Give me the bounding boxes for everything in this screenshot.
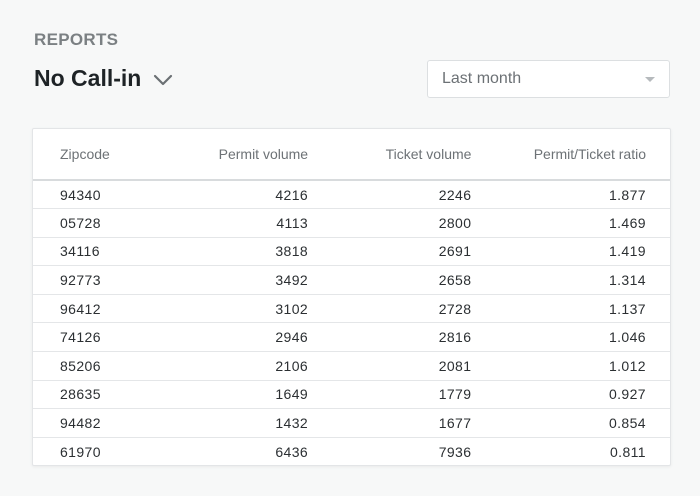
table-row: 94482 1432 1677 0.854	[33, 408, 670, 438]
cell-permit-volume: 1649	[172, 380, 333, 410]
cell-zipcode: 94340	[33, 180, 173, 210]
cell-zipcode: 61970	[60, 443, 101, 460]
cell-permit-volume: 6436	[275, 443, 309, 460]
cell-ratio: 1.419	[495, 237, 670, 267]
cell-ratio: 1.469	[495, 208, 670, 238]
cell-permit-volume: 3492	[172, 265, 333, 295]
table-header-row: Zipcode Permit volume Ticket volume Perm…	[33, 129, 670, 181]
period-value: Last month	[442, 70, 522, 87]
cell-permit-volume: 1432	[172, 408, 333, 438]
report-table-card: Zipcode Permit volume Ticket volume Perm…	[32, 128, 671, 466]
report-selector[interactable]: No Call-in	[34, 65, 173, 92]
table-row: 94340 4216 2246 1.877	[33, 180, 670, 210]
table-row: 85206 2106 2081 1.012	[33, 351, 670, 381]
cell-ticket-volume: 2658	[332, 265, 496, 295]
column-header-zipcode[interactable]: Zipcode	[33, 129, 173, 181]
cell-ticket-volume: 2728	[332, 294, 496, 324]
table-body: 94340 4216 2246 1.877 05728 4113 2800 1.469 3411…	[33, 180, 670, 466]
cell-ticket-volume: 2816	[332, 322, 496, 353]
cell-ticket-volume: 7936	[438, 443, 472, 460]
cell-ratio: 1.137	[495, 294, 670, 324]
reports-page: REPORTS No Call-in Last month Zipcode Pe…	[0, 0, 700, 496]
chevron-down-icon	[153, 73, 173, 87]
caret-down-icon	[645, 77, 655, 82]
cell-ratio: 1.012	[495, 351, 670, 381]
table-row: 34116 3818 2691 1.419	[33, 237, 670, 267]
cell-ratio: 1.877	[495, 180, 670, 210]
cell-zipcode: 85206	[33, 351, 173, 381]
column-header-ratio[interactable]: Permit/Ticket ratio	[495, 129, 670, 181]
table-row: 96412 3102 2728 1.137	[33, 294, 670, 324]
report-table: Zipcode Permit volume Ticket volume Perm…	[33, 129, 670, 466]
cell-zipcode: 05728	[33, 208, 173, 238]
cell-permit-volume: 3102	[172, 294, 333, 324]
cell-ratio: 0.854	[495, 408, 670, 438]
section-label: REPORTS	[34, 30, 119, 49]
table-row: 92773 3492 2658 1.314	[33, 265, 670, 295]
cell-zipcode: 92773	[33, 265, 173, 295]
cell-zipcode: 34116	[33, 237, 173, 267]
cell-ticket-volume: 2246	[332, 180, 496, 210]
cell-ticket-volume: 2691	[332, 237, 496, 267]
table-row: 74126 2946 2816 1.046	[33, 322, 670, 353]
period-dropdown[interactable]: Last month	[427, 60, 670, 98]
cell-permit-volume: 4216	[172, 180, 333, 210]
cell-ticket-volume: 2800	[332, 208, 496, 238]
cell-ticket-volume: 2081	[332, 351, 496, 381]
table-row: 61970 6436 7936 0.811	[33, 437, 670, 466]
cell-zipcode: 28635	[33, 380, 173, 410]
cell-zipcode: 94482	[33, 408, 173, 438]
column-header-permit-volume[interactable]: Permit volume	[172, 129, 333, 181]
table-row: 28635 1649 1779 0.927	[33, 380, 670, 410]
cell-ticket-volume: 1677	[332, 408, 496, 438]
cell-zipcode: 74126	[33, 322, 173, 353]
cell-permit-volume: 3818	[172, 237, 333, 267]
cell-zipcode: 96412	[33, 294, 173, 324]
table-row: 05728 4113 2800 1.469	[33, 208, 670, 238]
column-header-ticket-volume[interactable]: Ticket volume	[332, 129, 496, 181]
cell-permit-volume: 2106	[172, 351, 333, 381]
report-title: No Call-in	[34, 65, 142, 91]
cell-permit-volume: 4113	[172, 208, 333, 238]
cell-ratio: 0.811	[610, 443, 646, 460]
cell-ticket-volume: 1779	[332, 380, 496, 410]
cell-permit-volume: 2946	[172, 322, 333, 353]
cell-ratio: 0.927	[495, 380, 670, 410]
cell-ratio: 1.046	[495, 322, 670, 353]
cell-ratio: 1.314	[495, 265, 670, 295]
